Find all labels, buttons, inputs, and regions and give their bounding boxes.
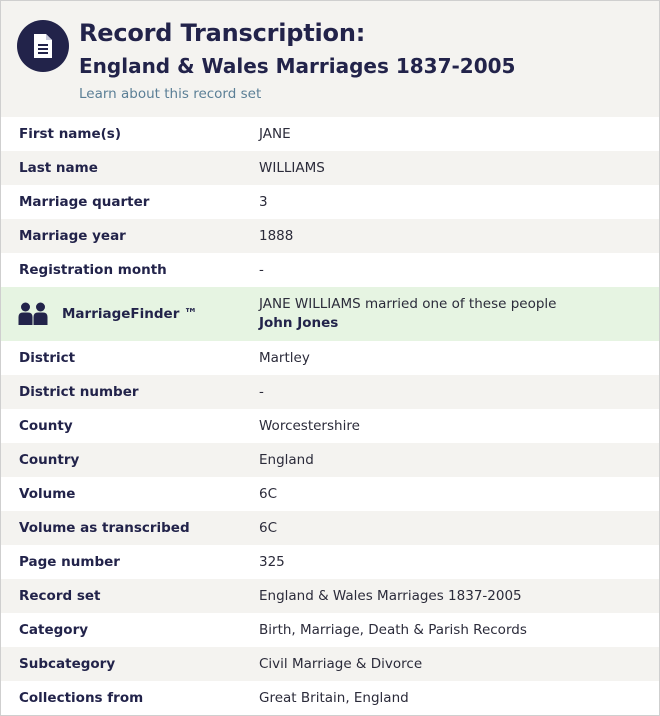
field-value: England & Wales Marriages 1837-2005 bbox=[259, 579, 659, 613]
field-value: Civil Marriage & Divorce bbox=[259, 647, 659, 681]
field-label: Volume bbox=[1, 477, 259, 511]
field-value: 1888 bbox=[259, 219, 659, 253]
field-label: Volume as transcribed bbox=[1, 511, 259, 545]
field-label: District number bbox=[1, 375, 259, 409]
page-title: Record Transcription: bbox=[79, 19, 366, 47]
field-value: 325 bbox=[259, 545, 659, 579]
table-row: Country England bbox=[1, 443, 659, 477]
marriage-finder-text: JANE WILLIAMS married one of these peopl… bbox=[259, 296, 557, 312]
marriage-finder-label-cell: MarriageFinder ™ bbox=[1, 287, 259, 341]
field-value: 3 bbox=[259, 185, 659, 219]
title-block: Record Transcription: England & Wales Ma… bbox=[79, 17, 515, 102]
record-header: Record Transcription: England & Wales Ma… bbox=[1, 1, 659, 117]
table-row: Last name WILLIAMS bbox=[1, 151, 659, 185]
record-set-title: England & Wales Marriages 1837-2005 bbox=[79, 54, 516, 78]
table-row: County Worcestershire bbox=[1, 409, 659, 443]
table-row: First name(s) JANE bbox=[1, 117, 659, 151]
field-label: Marriage year bbox=[1, 219, 259, 253]
table-row: Volume 6C bbox=[1, 477, 659, 511]
field-label: Record set bbox=[1, 579, 259, 613]
table-row: Registration month - bbox=[1, 253, 659, 287]
field-label: Marriage quarter bbox=[1, 185, 259, 219]
marriage-finder-row: MarriageFinder ™ JANE WILLIAMS married o… bbox=[1, 287, 659, 341]
field-value: 6C bbox=[259, 477, 659, 511]
table-row: Marriage year 1888 bbox=[1, 219, 659, 253]
field-label: Last name bbox=[1, 151, 259, 185]
table-row: District Martley bbox=[1, 341, 659, 375]
document-icon bbox=[17, 20, 69, 72]
table-row: District number - bbox=[1, 375, 659, 409]
learn-about-record-set-link[interactable]: Learn about this record set bbox=[79, 86, 261, 102]
field-label: Category bbox=[1, 613, 259, 647]
table-row: Marriage quarter 3 bbox=[1, 185, 659, 219]
spouse-link[interactable]: John Jones bbox=[259, 314, 659, 333]
field-label: County bbox=[1, 409, 259, 443]
field-label: Page number bbox=[1, 545, 259, 579]
table-row: Volume as transcribed 6C bbox=[1, 511, 659, 545]
field-value: England bbox=[259, 443, 659, 477]
record-details-table: First name(s) JANE Last name WILLIAMS Ma… bbox=[1, 117, 659, 715]
field-value: - bbox=[259, 375, 659, 409]
field-value: Birth, Marriage, Death & Parish Records bbox=[259, 613, 659, 647]
table-row: Page number 325 bbox=[1, 545, 659, 579]
record-transcription-panel: Record Transcription: England & Wales Ma… bbox=[0, 0, 660, 716]
table-row: Record set England & Wales Marriages 183… bbox=[1, 579, 659, 613]
field-value: Martley bbox=[259, 341, 659, 375]
field-label: Country bbox=[1, 443, 259, 477]
people-icon bbox=[18, 302, 48, 326]
field-value: WILLIAMS bbox=[259, 151, 659, 185]
field-label: Registration month bbox=[1, 253, 259, 287]
table-row: Collections from Great Britain, England bbox=[1, 681, 659, 715]
field-value: Great Britain, England bbox=[259, 681, 659, 715]
field-label: Collections from bbox=[1, 681, 259, 715]
field-label: First name(s) bbox=[1, 117, 259, 151]
field-label: District bbox=[1, 341, 259, 375]
marriage-finder-label: MarriageFinder ™ bbox=[62, 306, 198, 322]
field-value: JANE bbox=[259, 117, 659, 151]
table-row: Category Birth, Marriage, Death & Parish… bbox=[1, 613, 659, 647]
field-value: - bbox=[259, 253, 659, 287]
marriage-finder-value: JANE WILLIAMS married one of these peopl… bbox=[259, 287, 659, 341]
field-value: 6C bbox=[259, 511, 659, 545]
table-row: Subcategory Civil Marriage & Divorce bbox=[1, 647, 659, 681]
field-value: Worcestershire bbox=[259, 409, 659, 443]
field-label: Subcategory bbox=[1, 647, 259, 681]
